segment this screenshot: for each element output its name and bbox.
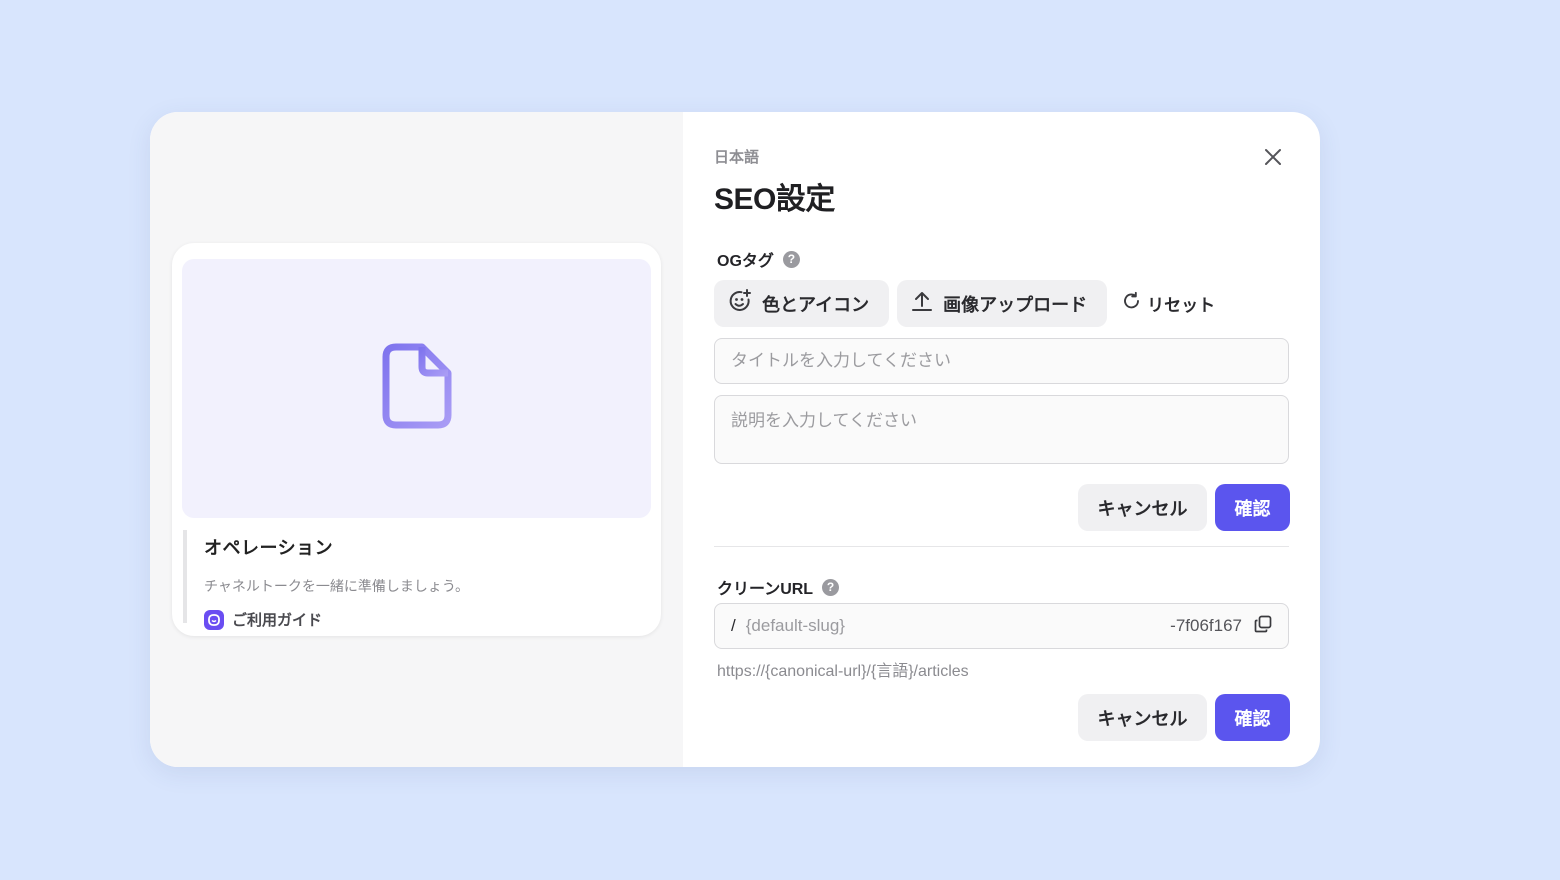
url-action-row: キャンセル 確認 xyxy=(1078,694,1290,741)
canonical-url-hint: https://{canonical-url}/{言語}/articles xyxy=(717,663,969,680)
reset-icon xyxy=(1122,291,1147,316)
og-confirm-button[interactable]: 確認 xyxy=(1215,484,1290,531)
color-icon-button-label: 色とアイコン xyxy=(762,294,870,315)
help-icon[interactable]: ? xyxy=(782,250,800,268)
url-suffix: -7f06f167 xyxy=(1170,616,1242,635)
url-slug-placeholder[interactable]: {default-slug} xyxy=(746,616,1170,636)
image-upload-button-label: 画像アップロード xyxy=(943,294,1088,315)
clean-url-label-text: クリーンURL xyxy=(717,581,814,598)
language-label: 日本語 xyxy=(714,149,760,166)
preview-description: チャネルトークを一緒に準備しましょう。 xyxy=(204,578,470,594)
seo-settings-modal: オペレーション チャネルトークを一緒に準備しましょう。 ご利用ガイド 日本語 S… xyxy=(150,112,1320,767)
clean-url-input[interactable]: / {default-slug} -7f06f167 xyxy=(714,603,1289,649)
close-button[interactable] xyxy=(1258,144,1288,174)
page-title: SEO設定 xyxy=(714,183,835,216)
url-slash: / xyxy=(731,616,736,635)
preview-title: オペレーション xyxy=(204,538,334,558)
section-divider xyxy=(714,546,1289,547)
upload-icon xyxy=(911,290,943,317)
image-upload-button[interactable]: 画像アップロード xyxy=(897,280,1108,327)
og-title-input[interactable]: タイトルを入力してください xyxy=(714,338,1289,384)
article-preview-card: オペレーション チャネルトークを一緒に準備しましょう。 ご利用ガイド xyxy=(172,243,661,636)
preview-guide-label: ご利用ガイド xyxy=(232,612,323,629)
preview-pane: オペレーション チャネルトークを一緒に準備しましょう。 ご利用ガイド xyxy=(150,112,683,767)
close-icon xyxy=(1264,148,1282,171)
og-tag-label: OGタグ ? xyxy=(717,247,800,271)
reset-button[interactable]: リセット xyxy=(1122,291,1215,316)
emoji-add-icon xyxy=(728,289,762,318)
url-cancel-button[interactable]: キャンセル xyxy=(1078,694,1207,741)
preview-guide-link: ご利用ガイド xyxy=(204,609,643,630)
og-toolbar: 色とアイコン 画像アップロード リセット xyxy=(714,280,1215,327)
help-icon[interactable]: ? xyxy=(822,578,840,596)
og-action-row: キャンセル 確認 xyxy=(1078,484,1290,531)
reset-button-label: リセット xyxy=(1147,296,1216,315)
url-confirm-button[interactable]: 確認 xyxy=(1215,694,1290,741)
settings-pane: 日本語 SEO設定 OGタグ ? 色とアイコン 画像アップロード リセット タイ… xyxy=(683,112,1320,767)
color-icon-button[interactable]: 色とアイコン xyxy=(714,280,890,327)
og-cancel-button[interactable]: キャンセル xyxy=(1078,484,1207,531)
og-description-input[interactable]: 説明を入力してください xyxy=(714,395,1289,464)
channel-talk-logo-icon xyxy=(204,609,224,630)
clean-url-label: クリーンURL ? xyxy=(717,575,840,599)
preview-image-area xyxy=(182,259,651,518)
og-tag-label-text: OGタグ xyxy=(717,253,774,270)
copy-icon[interactable] xyxy=(1254,615,1272,638)
preview-body: オペレーション チャネルトークを一緒に準備しましょう。 ご利用ガイド xyxy=(183,530,643,630)
file-icon xyxy=(382,343,452,434)
